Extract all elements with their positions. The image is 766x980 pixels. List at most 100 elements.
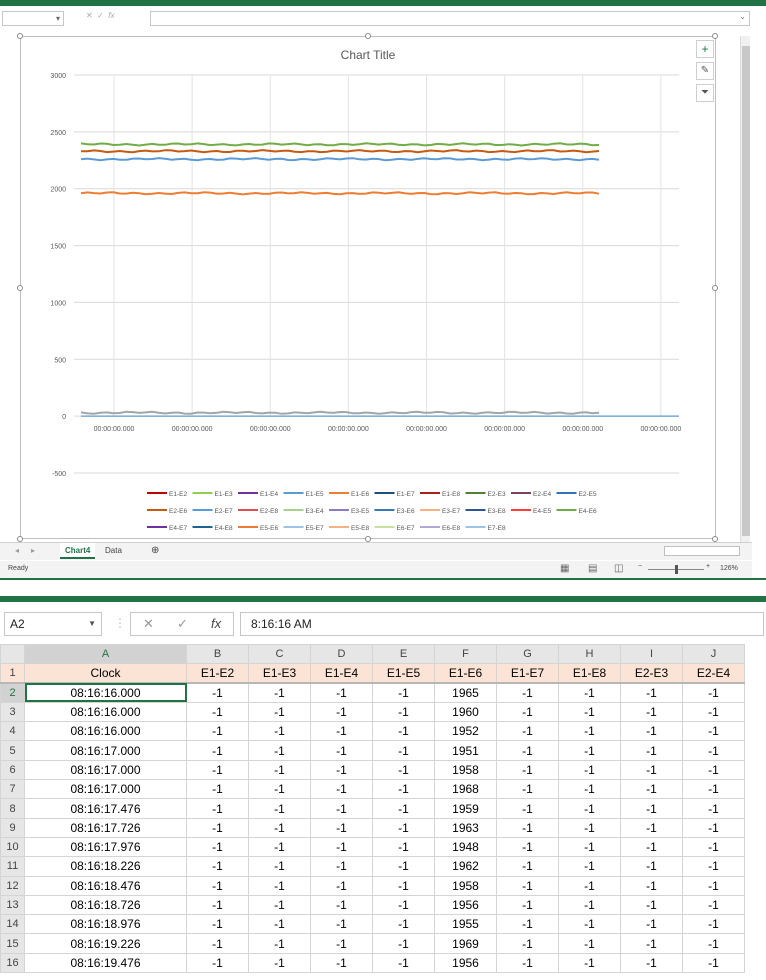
row-header[interactable]: 16 (0, 952, 25, 974)
row-header[interactable]: 12 (0, 875, 25, 896)
cell[interactable]: -1 (372, 894, 435, 916)
cell[interactable]: -1 (620, 914, 683, 935)
cell[interactable]: -1 (186, 894, 249, 916)
column-header-i[interactable]: I (620, 643, 683, 665)
cell[interactable]: -1 (248, 836, 311, 858)
chevron-down-icon[interactable]: ▼ (88, 613, 96, 635)
row-header[interactable]: 6 (0, 759, 25, 781)
cell[interactable]: -1 (310, 914, 373, 935)
cell[interactable]: -1 (558, 952, 621, 974)
cell[interactable]: 1965 (434, 682, 497, 703)
page-layout-icon[interactable]: ▤ (588, 563, 597, 574)
header-cell[interactable]: E2-E4 (682, 663, 745, 685)
cell[interactable]: -1 (496, 836, 559, 858)
cell[interactable]: -1 (682, 875, 745, 896)
cell[interactable]: -1 (558, 721, 621, 742)
cell[interactable]: -1 (186, 759, 249, 781)
cell[interactable]: -1 (682, 914, 745, 935)
normal-view-icon[interactable]: ▦ (560, 563, 569, 574)
cell[interactable]: -1 (620, 798, 683, 819)
header-cell[interactable]: E1-E6 (434, 663, 497, 685)
cell[interactable]: -1 (186, 721, 249, 742)
cell[interactable]: 1958 (434, 759, 497, 781)
cell[interactable]: -1 (558, 759, 621, 781)
cell[interactable]: -1 (682, 759, 745, 781)
cell[interactable]: 1959 (434, 798, 497, 819)
cell[interactable]: -1 (248, 682, 311, 703)
cell[interactable]: -1 (496, 682, 559, 703)
cell[interactable]: -1 (372, 875, 435, 896)
cell[interactable]: -1 (496, 856, 559, 877)
next-sheet-icon[interactable]: ▸ (26, 543, 40, 559)
cell[interactable]: -1 (558, 856, 621, 877)
cell[interactable]: -1 (372, 856, 435, 877)
cell[interactable]: -1 (620, 952, 683, 974)
cell[interactable]: -1 (682, 682, 745, 703)
column-header-b[interactable]: B (186, 643, 249, 665)
formula-input[interactable]: 8:16:16 AM (240, 612, 764, 636)
cell[interactable]: -1 (620, 836, 683, 858)
name-box[interactable]: A2 ▼ (4, 612, 102, 636)
zoom-out-icon[interactable]: − (638, 563, 642, 570)
resize-handle[interactable] (17, 33, 23, 39)
cell[interactable]: -1 (620, 933, 683, 954)
cell[interactable]: -1 (620, 894, 683, 916)
cell[interactable]: -1 (682, 952, 745, 974)
cell[interactable]: -1 (372, 914, 435, 935)
cell[interactable]: -1 (310, 682, 373, 703)
resize-handle[interactable] (365, 33, 371, 39)
row-header[interactable]: 7 (0, 779, 25, 800)
cell[interactable]: -1 (682, 836, 745, 858)
cell[interactable]: -1 (248, 740, 311, 761)
column-header-f[interactable]: F (434, 643, 497, 665)
resize-handle[interactable] (712, 285, 718, 291)
select-all-corner[interactable] (0, 643, 25, 665)
tab-data[interactable]: Data (100, 543, 127, 559)
cell[interactable]: 1956 (434, 894, 497, 916)
cell[interactable]: -1 (682, 894, 745, 916)
cell[interactable]: -1 (310, 894, 373, 916)
column-header-a[interactable]: A (24, 643, 187, 665)
name-box[interactable]: ▾ (2, 11, 64, 26)
column-header-j[interactable]: J (682, 643, 745, 665)
row-header[interactable]: 5 (0, 740, 25, 761)
cell[interactable]: -1 (372, 759, 435, 781)
cell[interactable]: -1 (682, 817, 745, 838)
cell[interactable]: -1 (310, 721, 373, 742)
cell[interactable]: 08:16:19.476 (24, 952, 187, 974)
cell[interactable]: -1 (558, 836, 621, 858)
scroll-thumb[interactable] (742, 46, 750, 536)
cell[interactable]: 08:16:19.226 (24, 933, 187, 954)
add-sheet-icon[interactable]: ⊕ (146, 543, 164, 559)
cell[interactable]: -1 (620, 721, 683, 742)
row-header[interactable]: 14 (0, 914, 25, 935)
cell[interactable]: -1 (558, 701, 621, 723)
cell[interactable]: 1963 (434, 817, 497, 838)
column-header-h[interactable]: H (558, 643, 621, 665)
cell[interactable]: -1 (496, 721, 559, 742)
cell[interactable]: -1 (310, 952, 373, 974)
header-cell[interactable]: E1-E3 (248, 663, 311, 685)
horizontal-scrollbar[interactable] (664, 546, 740, 556)
cell[interactable]: 1969 (434, 933, 497, 954)
cell[interactable]: 08:16:16.000 (24, 721, 187, 742)
column-header-e[interactable]: E (372, 643, 435, 665)
row-header[interactable]: 2 (0, 682, 25, 703)
cell[interactable]: -1 (186, 952, 249, 974)
cell[interactable]: -1 (248, 779, 311, 800)
cell[interactable]: -1 (310, 740, 373, 761)
row-header[interactable]: 9 (0, 817, 25, 838)
cell[interactable]: -1 (558, 875, 621, 896)
cell[interactable]: 1958 (434, 875, 497, 896)
header-cell[interactable]: E1-E7 (496, 663, 559, 685)
cell[interactable]: 08:16:16.000 (24, 701, 187, 723)
cell[interactable]: -1 (558, 779, 621, 800)
cell[interactable]: -1 (310, 817, 373, 838)
header-cell[interactable]: E1-E8 (558, 663, 621, 685)
cell[interactable]: -1 (620, 759, 683, 781)
cell[interactable]: -1 (372, 682, 435, 703)
row-header[interactable]: 11 (0, 856, 25, 877)
cell[interactable]: 1968 (434, 779, 497, 800)
cell[interactable]: -1 (558, 798, 621, 819)
cell[interactable]: 1951 (434, 740, 497, 761)
